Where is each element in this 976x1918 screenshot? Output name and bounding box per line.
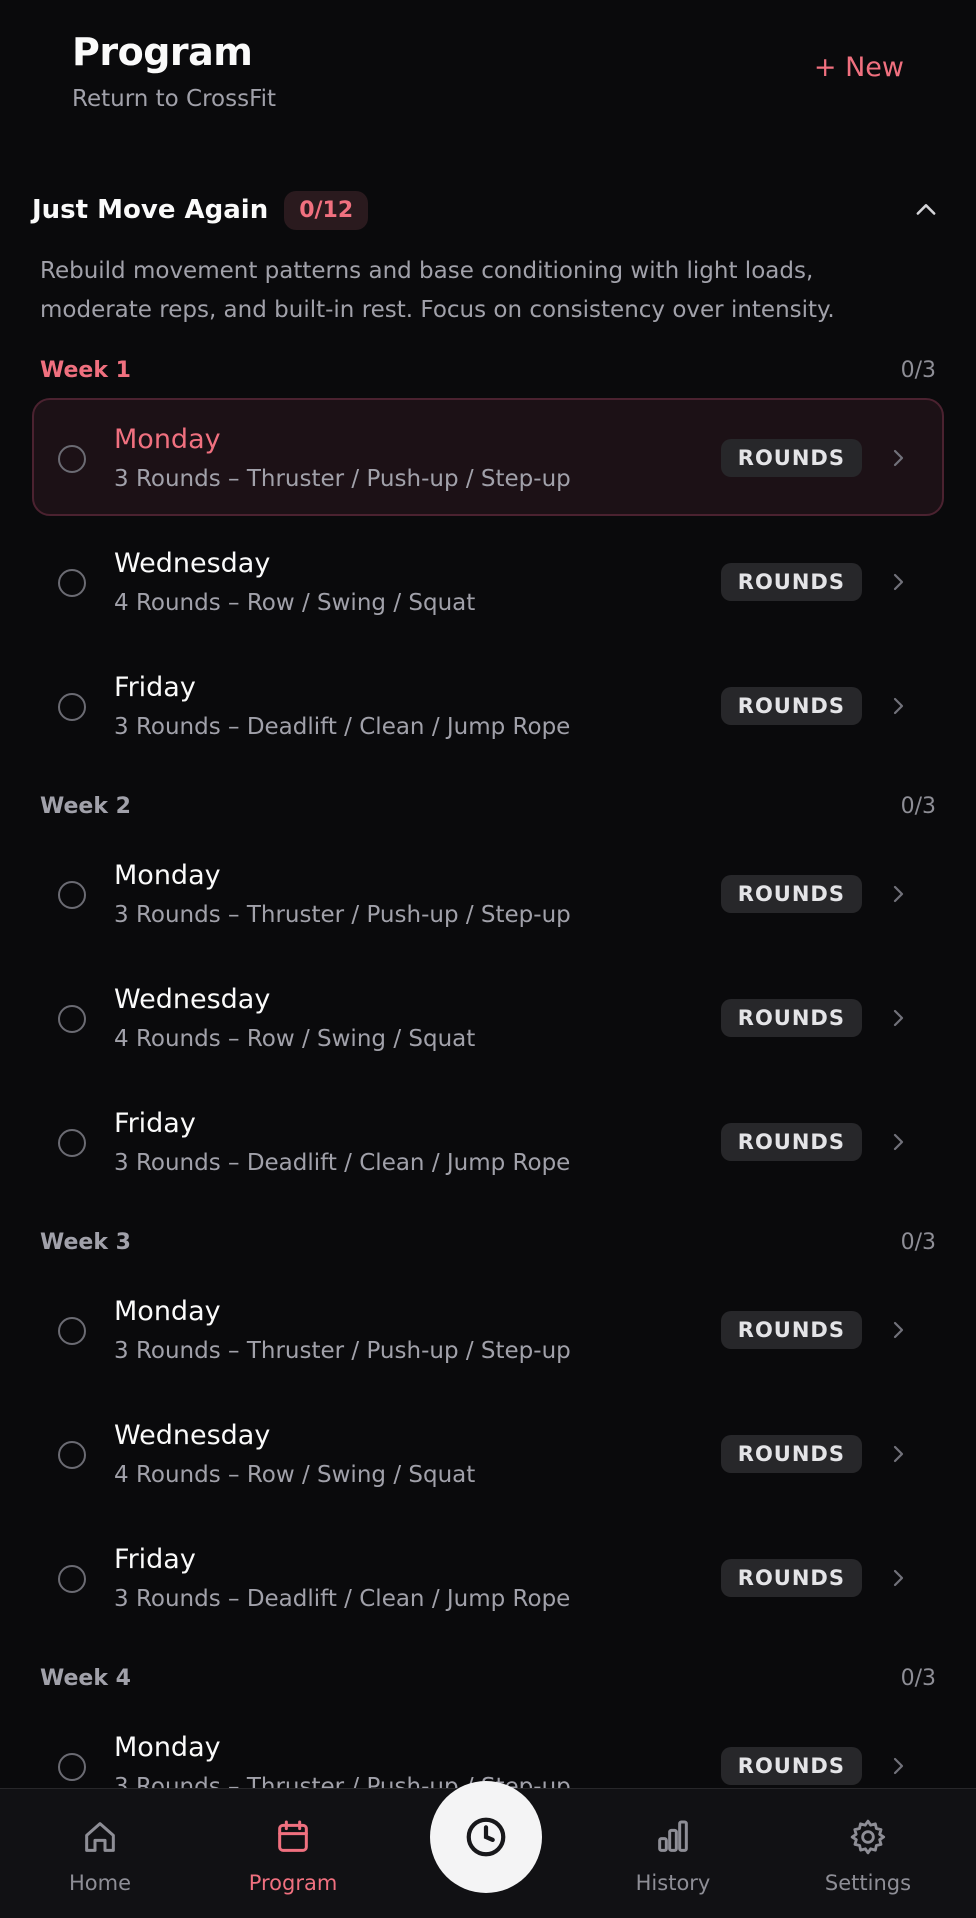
workout-type-badge: ROUNDS — [720, 1311, 862, 1349]
week-count: 0/3 — [900, 357, 936, 383]
home-icon — [85, 1822, 115, 1852]
nav-program-label: Program — [248, 1871, 338, 1895]
workout-day: Monday — [114, 424, 221, 455]
workout-type-badge: ROUNDS — [720, 1559, 862, 1597]
workout-description: 4 Rounds – Row / Swing / Squat — [114, 1026, 476, 1052]
workout-day: Wednesday — [114, 548, 271, 579]
workout-type-badge: ROUNDS — [720, 687, 862, 725]
chevron-right-icon[interactable] — [884, 1128, 912, 1156]
page-header: Program Return to CrossFit — [72, 30, 276, 112]
workout-day: Friday — [114, 1544, 196, 1575]
gear-icon — [850, 1819, 886, 1855]
completion-radio[interactable] — [58, 1441, 86, 1469]
workout-row[interactable]: Friday 3 Rounds – Deadlift / Clean / Jump… — [32, 1518, 944, 1636]
program-description: Rebuild movement patterns and base condi… — [40, 258, 835, 323]
completion-radio[interactable] — [58, 693, 86, 721]
week-header: Week 4 0/3 — [32, 1656, 944, 1700]
week-label: Week 1 — [40, 357, 131, 383]
workout-row[interactable]: Friday 3 Rounds – Deadlift / Clean / Jump… — [32, 646, 944, 764]
program-progress-badge: 0/12 — [284, 190, 369, 230]
chevron-right-icon[interactable] — [884, 1004, 912, 1032]
nav-home[interactable]: Home — [25, 1789, 175, 1918]
workout-row[interactable]: Wednesday 4 Rounds – Row / Swing / Squat R… — [32, 958, 944, 1076]
nav-program[interactable]: Program — [218, 1789, 368, 1918]
chevron-right-icon[interactable] — [884, 880, 912, 908]
nav-history[interactable]: History — [598, 1789, 748, 1918]
workout-day: Monday — [114, 1296, 221, 1327]
workout-day: Friday — [114, 1108, 196, 1139]
completion-radio[interactable] — [58, 445, 86, 473]
workout-type-badge: ROUNDS — [720, 875, 862, 913]
workout-type-badge: ROUNDS — [720, 563, 862, 601]
week-header: Week 1 0/3 — [32, 348, 944, 392]
chevron-right-icon[interactable] — [884, 444, 912, 472]
nav-settings-label: Settings — [824, 1871, 912, 1895]
timer-button[interactable] — [430, 1781, 542, 1893]
page-subtitle: Return to CrossFit — [72, 86, 277, 112]
week-header: Week 3 0/3 — [32, 1220, 944, 1264]
week-label: Week 4 — [40, 1665, 131, 1691]
workout-description: 3 Rounds – Thruster / Push-up / Step-up — [114, 902, 571, 928]
week-count: 0/3 — [900, 793, 936, 819]
completion-radio[interactable] — [58, 1129, 86, 1157]
new-program-button[interactable]: + New — [814, 52, 904, 83]
chevron-right-icon[interactable] — [884, 1316, 912, 1344]
completion-radio[interactable] — [58, 881, 86, 909]
workout-day: Wednesday — [114, 1420, 271, 1451]
workout-description: 3 Rounds – Thruster / Push-up / Step-up — [114, 466, 571, 492]
week-count: 0/3 — [900, 1229, 936, 1255]
program-header[interactable]: Just Move Again 0/12 — [32, 188, 944, 232]
workout-row[interactable]: Wednesday 4 Rounds – Row / Swing / Squat R… — [32, 522, 944, 640]
workout-description: 3 Rounds – Deadlift / Clean / Jump Rope — [114, 1586, 571, 1612]
workout-row[interactable]: Friday 3 Rounds – Deadlift / Clean / Jump… — [32, 1082, 944, 1200]
page-title: Program — [72, 30, 253, 74]
workout-type-badge: ROUNDS — [720, 1123, 862, 1161]
workout-description: 3 Rounds – Thruster / Push-up / Step-up — [114, 1338, 571, 1364]
workout-row[interactable]: Monday 3 Rounds – Thruster / Push-up / St… — [32, 834, 944, 952]
chevron-right-icon[interactable] — [884, 1752, 912, 1780]
workout-type-badge: ROUNDS — [720, 1435, 862, 1473]
weeks-list: Week 1 0/3 Monday 3 Rounds – Thruster / Pus… — [32, 348, 944, 1830]
completion-radio[interactable] — [58, 1565, 86, 1593]
chevron-right-icon[interactable] — [884, 692, 912, 720]
nav-settings[interactable]: Settings — [793, 1789, 943, 1918]
workout-row[interactable]: Monday 3 Rounds – Thruster / Push-up / St… — [32, 398, 944, 516]
workout-day: Friday — [114, 672, 196, 703]
chevron-right-icon[interactable] — [884, 568, 912, 596]
workout-row[interactable]: Wednesday 4 Rounds – Row / Swing / Squat R… — [32, 1394, 944, 1512]
chevron-right-icon[interactable] — [884, 1564, 912, 1592]
chevron-up-icon[interactable] — [908, 192, 944, 228]
workout-day: Wednesday — [114, 984, 271, 1015]
bar-chart-icon — [658, 1820, 688, 1852]
workout-type-badge: ROUNDS — [720, 1747, 862, 1785]
workout-type-badge: ROUNDS — [720, 999, 862, 1037]
nav-home-label: Home — [68, 1871, 131, 1895]
clock-icon — [466, 1817, 506, 1857]
completion-radio[interactable] — [58, 1317, 86, 1345]
workout-row[interactable]: Monday 3 Rounds – Thruster / Push-up / St… — [32, 1270, 944, 1388]
workout-type-badge: ROUNDS — [720, 439, 862, 477]
workout-day: Monday — [114, 1732, 221, 1763]
week-count: 0/3 — [900, 1665, 936, 1691]
calendar-icon — [278, 1820, 308, 1852]
workout-day: Monday — [114, 860, 221, 891]
completion-radio[interactable] — [58, 569, 86, 597]
nav-history-label: History — [635, 1871, 711, 1895]
program-name: Just Move Again — [32, 195, 269, 225]
completion-radio[interactable] — [58, 1005, 86, 1033]
completion-radio[interactable] — [58, 1753, 86, 1781]
workout-description: 3 Rounds – Deadlift / Clean / Jump Rope — [114, 714, 571, 740]
week-label: Week 2 — [40, 793, 131, 819]
week-header: Week 2 0/3 — [32, 784, 944, 828]
workout-description: 3 Rounds – Deadlift / Clean / Jump Rope — [114, 1150, 571, 1176]
chevron-right-icon[interactable] — [884, 1440, 912, 1468]
week-label: Week 3 — [40, 1229, 131, 1255]
workout-description: 4 Rounds – Row / Swing / Squat — [114, 590, 476, 616]
workout-description: 4 Rounds – Row / Swing / Squat — [114, 1462, 476, 1488]
